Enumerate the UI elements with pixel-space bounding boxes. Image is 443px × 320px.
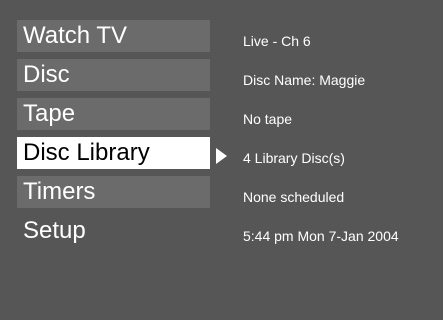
selection-pointer-icon (216, 148, 227, 164)
status-tape: No tape (243, 111, 293, 127)
status-watch-tv: Live - Ch 6 (243, 33, 311, 49)
menu-item-disc[interactable]: Disc (17, 59, 210, 91)
status-disc: Disc Name: Maggie (243, 72, 366, 88)
tv-menu-screen: Watch TV Disc Tape Disc Library Timers S… (0, 0, 443, 320)
menu-item-timers[interactable]: Timers (17, 176, 210, 208)
status-disc-library: 4 Library Disc(s) (243, 150, 345, 166)
menu-item-disc-library[interactable]: Disc Library (17, 137, 210, 169)
menu-item-tape[interactable]: Tape (17, 98, 210, 130)
status-timers: None scheduled (243, 189, 345, 205)
status-setup-datetime: 5:44 pm Mon 7-Jan 2004 (243, 228, 399, 244)
menu-item-setup[interactable]: Setup (17, 215, 210, 247)
menu-item-watch-tv[interactable]: Watch TV (17, 20, 210, 52)
